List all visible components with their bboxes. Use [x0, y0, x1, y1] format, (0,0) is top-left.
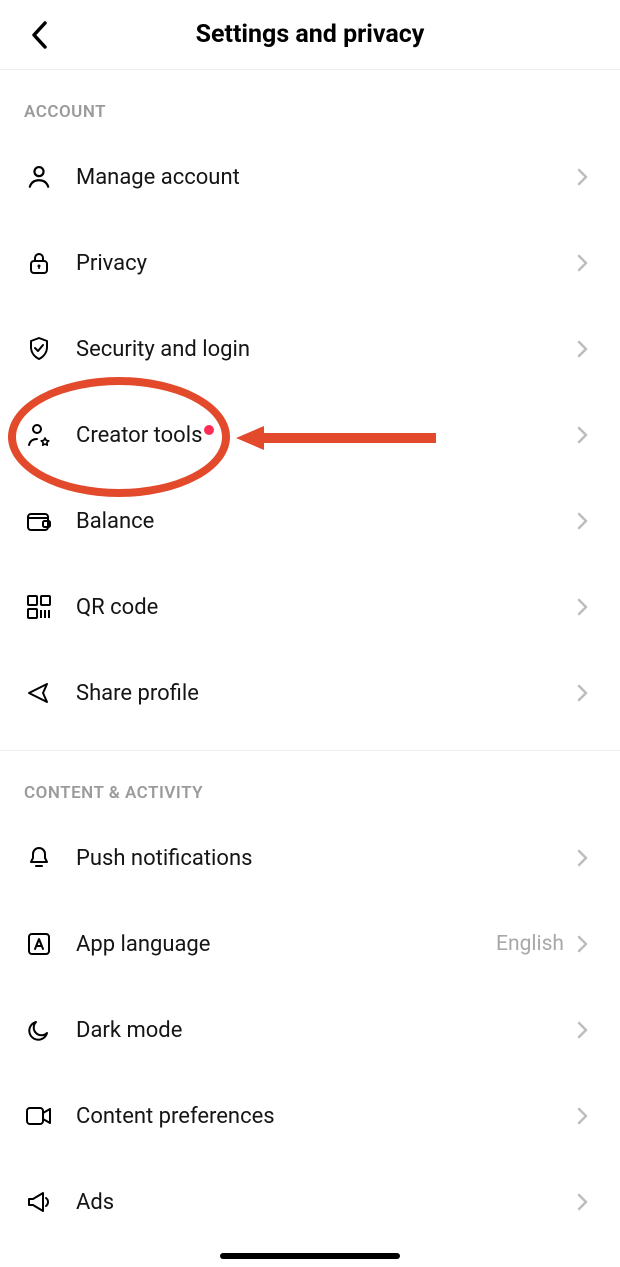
chevron-left-icon: [30, 20, 50, 50]
home-indicator: [220, 1253, 400, 1259]
row-label: Creator tools: [76, 423, 576, 448]
back-button[interactable]: [20, 15, 60, 55]
lock-icon: [24, 248, 54, 278]
language-icon: [24, 929, 54, 959]
row-label: Privacy: [76, 251, 576, 276]
section-header-account: ACCOUNT: [0, 70, 620, 134]
chevron-right-icon: [576, 848, 596, 868]
row-security[interactable]: Security and login: [0, 306, 620, 392]
chevron-right-icon: [576, 511, 596, 531]
row-label: Dark mode: [76, 1018, 576, 1043]
row-value: English: [496, 932, 564, 956]
chevron-right-icon: [576, 934, 596, 954]
chevron-right-icon: [576, 1020, 596, 1040]
notification-dot-icon: [204, 425, 214, 435]
qr-code-icon: [24, 592, 54, 622]
row-app-language[interactable]: App language English: [0, 901, 620, 987]
header: Settings and privacy: [0, 0, 620, 70]
video-icon: [24, 1101, 54, 1131]
chevron-right-icon: [576, 339, 596, 359]
wallet-icon: [24, 506, 54, 536]
row-label: Security and login: [76, 337, 576, 362]
row-balance[interactable]: Balance: [0, 478, 620, 564]
shield-icon: [24, 334, 54, 364]
page-title: Settings and privacy: [196, 20, 425, 49]
row-label: Balance: [76, 509, 576, 534]
row-content-preferences[interactable]: Content preferences: [0, 1073, 620, 1159]
row-manage-account[interactable]: Manage account: [0, 134, 620, 220]
row-label-text: Creator tools: [76, 423, 202, 448]
row-ads[interactable]: Ads: [0, 1159, 620, 1245]
chevron-right-icon: [576, 683, 596, 703]
bell-icon: [24, 843, 54, 873]
chevron-right-icon: [576, 1106, 596, 1126]
row-creator-tools[interactable]: Creator tools: [0, 392, 620, 478]
row-label: Content preferences: [76, 1104, 576, 1129]
row-label: QR code: [76, 595, 576, 620]
row-dark-mode[interactable]: Dark mode: [0, 987, 620, 1073]
section-header-content-activity: CONTENT & ACTIVITY: [0, 751, 620, 815]
row-qr-code[interactable]: QR code: [0, 564, 620, 650]
chevron-right-icon: [576, 425, 596, 445]
row-share-profile[interactable]: Share profile: [0, 650, 620, 736]
megaphone-icon: [24, 1187, 54, 1217]
row-label: Ads: [76, 1190, 576, 1215]
chevron-right-icon: [576, 253, 596, 273]
person-star-icon: [24, 420, 54, 450]
share-icon: [24, 678, 54, 708]
row-label: App language: [76, 932, 496, 957]
chevron-right-icon: [576, 597, 596, 617]
person-icon: [24, 162, 54, 192]
row-label: Manage account: [76, 165, 576, 190]
row-label: Push notifications: [76, 846, 576, 871]
chevron-right-icon: [576, 1192, 596, 1212]
row-label: Share profile: [76, 681, 576, 706]
moon-icon: [24, 1015, 54, 1045]
chevron-right-icon: [576, 167, 596, 187]
row-privacy[interactable]: Privacy: [0, 220, 620, 306]
row-push-notifications[interactable]: Push notifications: [0, 815, 620, 901]
